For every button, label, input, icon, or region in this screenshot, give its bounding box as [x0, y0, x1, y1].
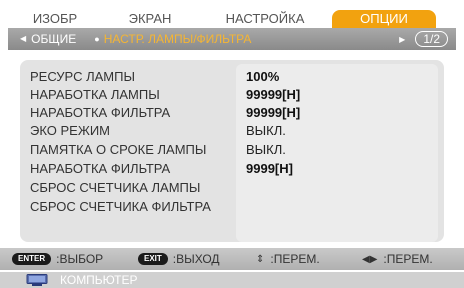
- submenu-bar: ◀ ОБЩИЕ ● НАСТР. ЛАМПЫ/ФИЛЬТРА ▶ 1/2: [8, 28, 456, 50]
- left-arrow-icon[interactable]: ◀: [20, 34, 26, 43]
- menu-tabs: ИЗОБР ЭКРАН НАСТРОЙКА ОПЦИИ: [8, 10, 456, 28]
- submenu-nav: ◀ ОБЩИЕ ● НАСТР. ЛАМПЫ/ФИЛЬТРА: [20, 32, 251, 46]
- submenu-item-lamp-filter[interactable]: НАСТР. ЛАМПЫ/ФИЛЬТРА: [104, 32, 252, 46]
- setting-filter-hours-label[interactable]: НАРАБОТКА ФИЛЬТРА: [30, 104, 170, 122]
- hint-move-vertical: ⇕ :ПЕРЕМ.: [256, 252, 320, 266]
- hint-select: ENTER :ВЫБОР: [12, 252, 103, 266]
- tab-image[interactable]: ИЗОБР: [8, 10, 102, 28]
- hint-exit: EXIT :ВЫХОД: [138, 252, 220, 266]
- setting-eco-mode-value[interactable]: ВЫКЛ.: [246, 122, 286, 140]
- tab-screen[interactable]: ЭКРАН: [102, 10, 198, 28]
- setting-lamp-hours-value: 99999[H]: [246, 87, 301, 102]
- bullet-icon: ●: [94, 34, 100, 44]
- hint-move-vertical-label: :ПЕРЕМ.: [270, 252, 320, 266]
- control-hints-bar: ENTER :ВЫБОР EXIT :ВЫХОД ⇕ :ПЕРЕМ. ◀▶ :П…: [0, 248, 464, 270]
- input-source-bar: КОМПЬЮТЕР: [0, 272, 464, 288]
- setting-filter-hours-2-label[interactable]: НАРАБОТКА ФИЛЬТРА: [30, 160, 170, 178]
- right-arrow-icon[interactable]: ▶: [399, 35, 405, 44]
- setting-filter-reset-label[interactable]: СБРОС СЧЕТЧИКА ФИЛЬТРА: [30, 198, 211, 216]
- tab-options[interactable]: ОПЦИИ: [332, 10, 436, 28]
- setting-eco-mode-label[interactable]: ЭКО РЕЖИМ: [30, 122, 110, 140]
- setting-lamp-hours-label[interactable]: НАРАБОТКА ЛАМПЫ: [30, 86, 160, 104]
- hint-move-horizontal: ◀▶ :ПЕРЕМ.: [362, 252, 433, 266]
- setting-lamp-reset-label[interactable]: СБРОС СЧЕТЧИКА ЛАМПЫ: [30, 179, 200, 197]
- monitor-icon: [26, 274, 48, 286]
- setting-filter-hours-value: 99999[H]: [246, 105, 301, 120]
- tab-setup[interactable]: НАСТРОЙКА: [198, 10, 332, 28]
- submenu-item-general[interactable]: ОБЩИЕ: [31, 32, 76, 46]
- hint-select-label: :ВЫБОР: [56, 252, 104, 266]
- left-right-arrows-icon: ◀▶: [362, 253, 378, 265]
- setting-filter-hours-2-value[interactable]: 9999[H]: [246, 160, 293, 178]
- page-indicator: ▶ 1/2: [399, 31, 448, 47]
- setting-lamp-life-label[interactable]: РЕСУРС ЛАМПЫ: [30, 68, 135, 86]
- exit-key-icon: EXIT: [138, 253, 168, 265]
- page-number: 1/2: [415, 31, 448, 47]
- setting-lamp-reminder-label[interactable]: ПАМЯТКА О СРОКЕ ЛАМПЫ: [30, 141, 206, 159]
- setting-lamp-life-value: 100%: [246, 69, 280, 84]
- setting-lamp-reminder-value[interactable]: ВЫКЛ.: [246, 141, 286, 159]
- enter-key-icon: ENTER: [12, 253, 52, 265]
- projector-osd-menu: ИЗОБР ЭКРАН НАСТРОЙКА ОПЦИИ ◀ ОБЩИЕ ● НАСТР…: [0, 0, 464, 288]
- hint-exit-label: :ВЫХОД: [172, 252, 220, 266]
- input-source-label: КОМПЬЮТЕР: [60, 273, 138, 287]
- up-down-arrows-icon: ⇕: [256, 253, 265, 265]
- hint-move-horizontal-label: :ПЕРЕМ.: [383, 252, 433, 266]
